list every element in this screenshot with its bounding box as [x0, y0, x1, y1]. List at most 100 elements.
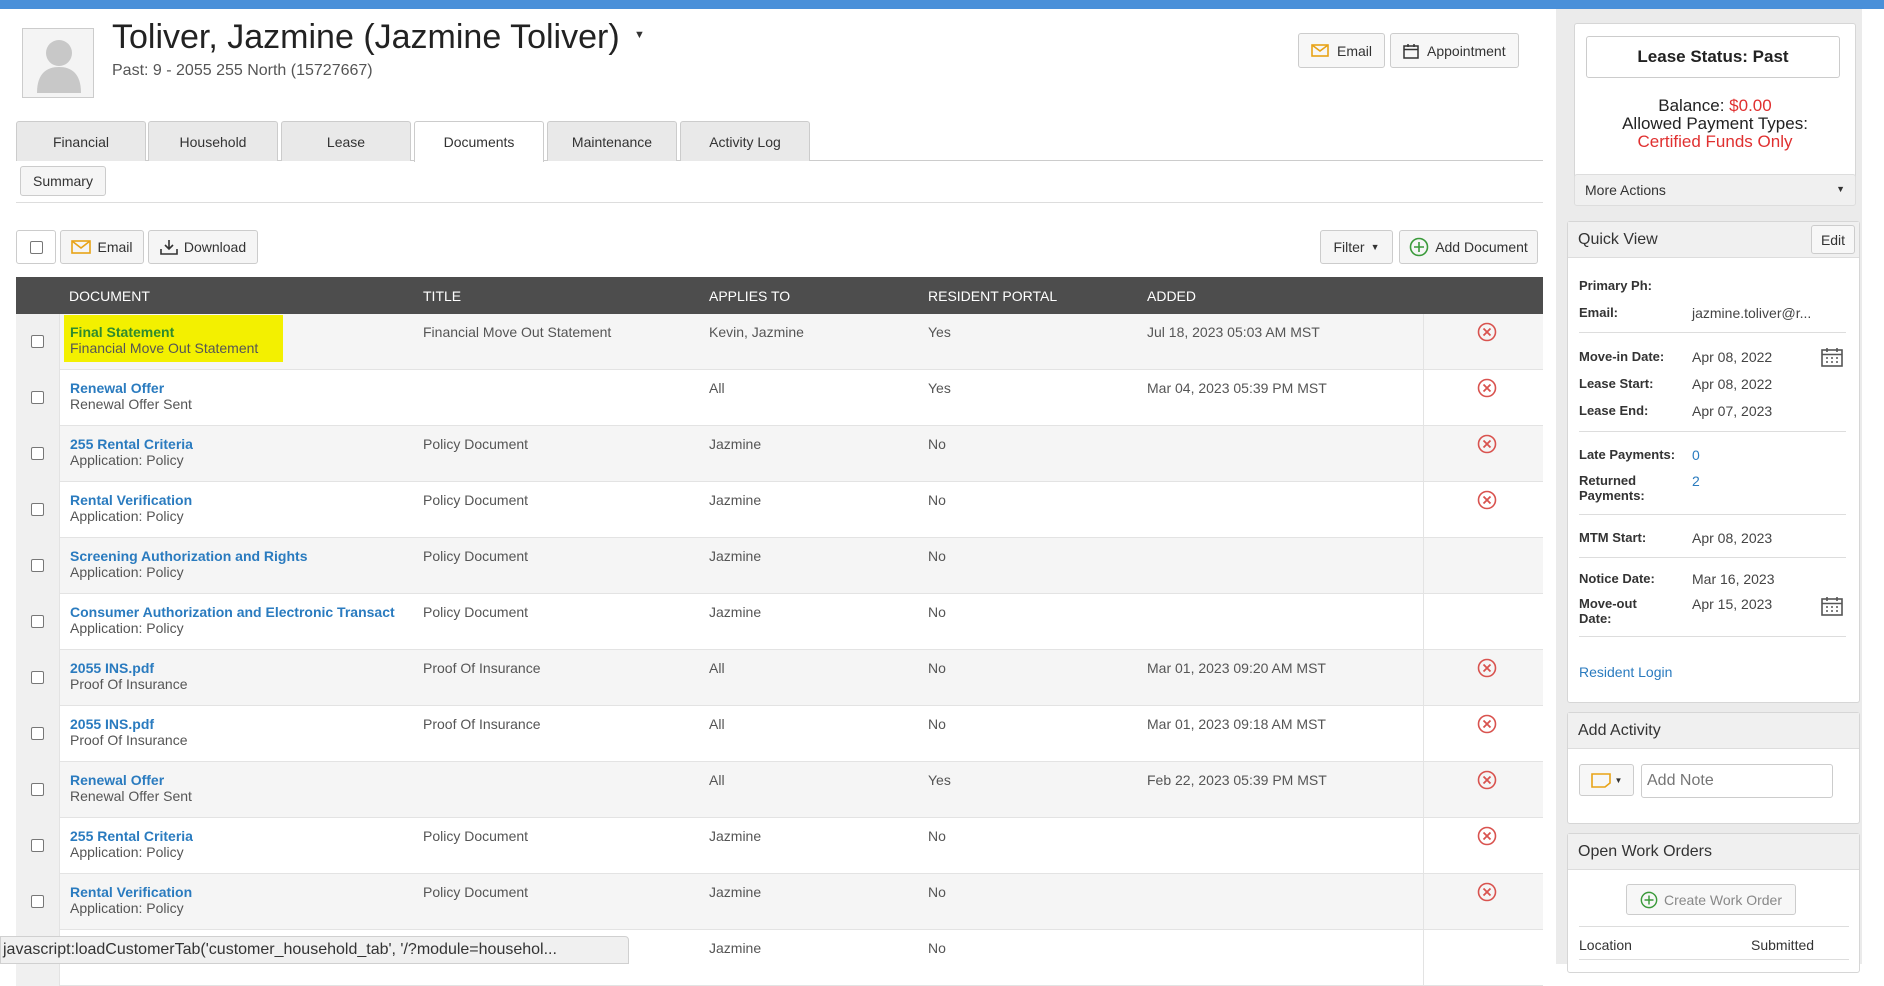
create-work-order-button[interactable]: Create Work Order [1626, 884, 1796, 915]
resident-portal-cell: No [928, 436, 946, 452]
document-link[interactable]: 255 Rental Criteria [70, 828, 193, 844]
col-document[interactable]: DOCUMENT [69, 288, 150, 304]
delete-icon[interactable] [1477, 490, 1497, 510]
row-checkbox[interactable] [31, 447, 44, 460]
applies-to-cell: Kevin, Jazmine [709, 324, 804, 340]
divider [1579, 557, 1846, 558]
email-value[interactable]: jazmine.toliver@r... [1692, 305, 1811, 321]
row-checkbox[interactable] [31, 727, 44, 740]
delete-icon[interactable] [1477, 658, 1497, 678]
tab-maintenance[interactable]: Maintenance [547, 121, 677, 161]
chevron-down-icon[interactable]: ▼ [634, 29, 645, 41]
table-row[interactable]: 2055 INS.pdf Proof Of Insurance Proof Of I… [16, 706, 1543, 762]
col-applies-to[interactable]: APPLIES TO [709, 288, 790, 304]
row-checkbox[interactable] [31, 335, 44, 348]
title-cell: Policy Document [423, 548, 529, 564]
row-checkbox[interactable] [31, 615, 44, 628]
applies-to-cell: Jazmine [709, 940, 762, 956]
row-checkbox[interactable] [31, 839, 44, 852]
table-row[interactable]: 2055 INS.pdf Proof Of Insurance Proof Of I… [16, 650, 1543, 706]
filter-dropdown[interactable]: Filter ▼ [1320, 230, 1393, 264]
col-submitted[interactable]: Submitted [1751, 937, 1814, 953]
delete-icon[interactable] [1477, 770, 1497, 790]
tab-household[interactable]: Household [148, 121, 278, 161]
delete-icon[interactable] [1477, 882, 1497, 902]
move-in-value: Apr 08, 2022 [1692, 349, 1773, 365]
document-link[interactable]: 2055 INS.pdf [70, 660, 154, 676]
title-cell: Financial Move Out Statement [423, 324, 612, 340]
col-location[interactable]: Location [1579, 937, 1632, 953]
email-button[interactable]: Email [1298, 33, 1386, 68]
scrollbar[interactable] [1862, 9, 1884, 964]
activity-type-dropdown[interactable]: ▼ [1579, 764, 1634, 796]
delete-icon[interactable] [1477, 434, 1497, 454]
caret-down-icon: ▼ [1370, 242, 1380, 252]
table-row[interactable]: 255 Rental Criteria Application: Policy Po… [16, 426, 1543, 482]
delete-icon[interactable] [1477, 322, 1497, 342]
col-added[interactable]: ADDED [1147, 288, 1196, 304]
add-document-label: Add Document [1435, 239, 1528, 255]
col-resident-portal[interactable]: RESIDENT PORTAL [928, 288, 1057, 304]
delete-icon[interactable] [1477, 378, 1497, 398]
calendar-icon[interactable] [1821, 596, 1843, 616]
quick-view-edit-button[interactable]: Edit [1811, 225, 1855, 254]
title-cell: Policy Document [423, 884, 529, 900]
document-link[interactable]: Screening Authorization and Rights [70, 548, 308, 564]
table-row[interactable]: 255 Rental Criteria Application: Policy Po… [16, 818, 1543, 874]
row-checkbox[interactable] [31, 559, 44, 572]
row-checkbox[interactable] [31, 671, 44, 684]
document-subtitle: Application: Policy [70, 564, 184, 580]
row-checkbox[interactable] [31, 895, 44, 908]
tab-documents[interactable]: Documents [414, 121, 544, 162]
email-documents-button[interactable]: Email [60, 230, 144, 264]
row-checkbox[interactable] [31, 783, 44, 796]
table-row[interactable]: Final Statement Financial Move Out Statem… [16, 314, 1543, 370]
document-link[interactable]: Renewal Offer [70, 772, 164, 788]
delete-icon[interactable] [1477, 826, 1497, 846]
table-row[interactable]: Rental Verification Application: Policy Po… [16, 874, 1543, 930]
title-cell: Policy Document [423, 604, 529, 620]
document-subtitle: Application: Policy [70, 620, 184, 636]
document-subtitle: Application: Policy [70, 900, 184, 916]
table-row[interactable]: Renewal Offer Renewal Offer Sent All Yes Mar… [16, 370, 1543, 426]
document-subtitle: Renewal Offer Sent [70, 396, 192, 412]
document-link[interactable]: Final Statement [70, 324, 174, 340]
download-button[interactable]: Download [148, 230, 258, 264]
applies-to-cell: Jazmine [709, 828, 762, 844]
tab-activity-log[interactable]: Activity Log [680, 121, 810, 161]
add-document-button[interactable]: Add Document [1399, 230, 1538, 264]
document-link[interactable]: Consumer Authorization and Electronic Tr… [70, 604, 395, 620]
tab-financial[interactable]: Financial [16, 121, 146, 161]
summary-button[interactable]: Summary [20, 166, 106, 196]
document-link[interactable]: Rental Verification [70, 492, 192, 508]
row-checkbox[interactable] [31, 391, 44, 404]
calendar-icon[interactable] [1821, 347, 1843, 367]
returned-payments-value[interactable]: 2 [1692, 473, 1700, 489]
row-checkbox-cell [16, 762, 60, 818]
document-link[interactable]: Rental Verification [70, 884, 192, 900]
top-accent-bar [0, 0, 1884, 9]
checkbox[interactable] [29, 240, 43, 254]
resident-login-link[interactable]: Resident Login [1579, 664, 1672, 680]
document-link[interactable]: 2055 INS.pdf [70, 716, 154, 732]
email-label: Email: [1579, 305, 1619, 320]
document-subtitle: Proof Of Insurance [70, 676, 188, 692]
tab-lease[interactable]: Lease [281, 121, 411, 161]
table-row[interactable]: Renewal Offer Renewal Offer Sent All Yes Feb… [16, 762, 1543, 818]
table-row[interactable]: Consumer Authorization and Electronic Tr… [16, 594, 1543, 650]
add-note-input[interactable] [1641, 764, 1833, 798]
row-checkbox[interactable] [31, 503, 44, 516]
select-all-checkbox[interactable] [16, 230, 56, 264]
table-row[interactable]: Screening Authorization and Rights Applic… [16, 538, 1543, 594]
appointment-button[interactable]: Appointment [1390, 33, 1519, 68]
more-actions-dropdown[interactable]: More Actions ▼ [1574, 174, 1856, 206]
document-link[interactable]: 255 Rental Criteria [70, 436, 193, 452]
resident-portal-cell: No [928, 604, 946, 620]
col-title[interactable]: TITLE [423, 288, 461, 304]
delete-icon[interactable] [1477, 714, 1497, 734]
table-row[interactable]: Rental Verification Application: Policy Po… [16, 482, 1543, 538]
document-link[interactable]: Renewal Offer [70, 380, 164, 396]
resident-portal-cell: No [928, 660, 946, 676]
late-payments-value[interactable]: 0 [1692, 447, 1700, 463]
applies-to-cell: All [709, 660, 725, 676]
